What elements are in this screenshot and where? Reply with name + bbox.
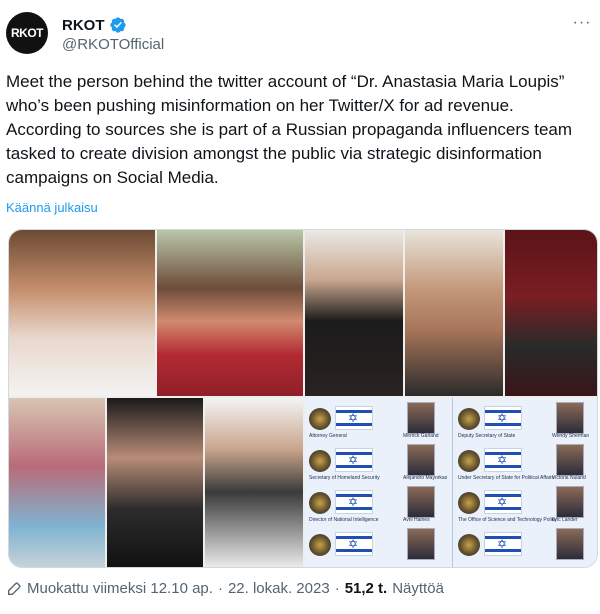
separator: · <box>217 580 223 597</box>
pencil-icon <box>8 581 21 595</box>
org-cell: ✡ <box>305 526 450 566</box>
seal-icon <box>309 492 331 514</box>
org-title: Director of National Intelligence <box>309 517 379 523</box>
photo-doctor-portrait[interactable] <box>9 230 155 396</box>
org-cell: ✡ Under Secretary of State for Political… <box>454 442 597 482</box>
photo-standing-figure[interactable] <box>205 398 303 567</box>
org-name: Avril Haines <box>403 517 430 523</box>
tweet-text: Meet the person behind the twitter accou… <box>6 72 577 187</box>
org-cell: ✡ Attorney General Merrick Garland <box>305 400 450 440</box>
org-cell: ✡ <box>454 526 597 566</box>
portrait-thumbnail <box>556 402 584 434</box>
org-cell: ✡ Secretary of Homeland Security Alejand… <box>305 442 450 482</box>
avatar[interactable]: RKOT <box>6 12 48 54</box>
flag-icon: ✡ <box>484 490 522 514</box>
org-name: Victoria Nuland <box>552 475 586 481</box>
flag-icon: ✡ <box>335 406 373 430</box>
tweet-header: RKOT RKOT @RKOTOfficial ··· <box>6 12 594 60</box>
seal-icon <box>309 534 331 556</box>
portrait-thumbnail <box>407 402 435 434</box>
portrait-thumbnail <box>556 486 584 518</box>
org-chart: ✡ Attorney General Merrick Garland ✡ Dep… <box>305 398 597 567</box>
author-handle[interactable]: @RKOTOfficial <box>62 36 164 53</box>
org-cell: ✡ Deputy Secretary of State Wendy Sherma… <box>454 400 597 440</box>
edited-label[interactable]: Muokattu viimeksi 12.10 ap. <box>27 580 213 597</box>
seal-icon <box>309 450 331 472</box>
views-count: 51,2 t. <box>344 580 388 597</box>
portrait-thumbnail <box>407 528 435 560</box>
org-title: Deputy Secretary of State <box>458 433 516 439</box>
org-name: Merrick Garland <box>403 433 439 439</box>
seal-icon <box>309 408 331 430</box>
org-name: Eric Lander <box>552 517 578 523</box>
photo-red-top[interactable] <box>157 230 303 396</box>
photo-red-background[interactable] <box>505 230 597 396</box>
org-name: Wendy Sherman <box>552 433 590 439</box>
org-title: Under Secretary of State for Political A… <box>458 475 555 481</box>
flag-icon: ✡ <box>484 532 522 556</box>
photo-black-outfit-sunglasses[interactable] <box>305 230 403 396</box>
more-options-icon[interactable]: ··· <box>572 15 592 38</box>
media-grid[interactable]: ✡ Attorney General Merrick Garland ✡ Dep… <box>8 229 598 568</box>
photo-sunglasses-closeup[interactable] <box>107 398 203 567</box>
tweet-date[interactable]: 22. lokak. 2023 <box>228 580 330 597</box>
seal-icon <box>458 408 480 430</box>
photo-pink-top[interactable] <box>9 398 105 567</box>
author-name-row[interactable]: RKOT <box>62 16 127 34</box>
tweet-footer: Muokattu viimeksi 12.10 ap. · 22. lokak.… <box>6 580 444 597</box>
translate-link[interactable]: Käännä julkaisu <box>6 200 98 215</box>
separator: · <box>334 580 340 597</box>
author-display-name[interactable]: RKOT <box>62 17 105 34</box>
portrait-thumbnail <box>407 444 435 476</box>
photo-back-view[interactable] <box>405 230 503 396</box>
org-title: Attorney General <box>309 433 347 439</box>
portrait-thumbnail <box>556 528 584 560</box>
org-title: Secretary of Homeland Security <box>309 475 380 481</box>
org-name: Alejandro Mayorkas <box>403 475 448 481</box>
org-cell: ✡ The Office of Science and Technology P… <box>454 484 597 524</box>
seal-icon <box>458 492 480 514</box>
flag-icon: ✡ <box>484 406 522 430</box>
flag-icon: ✡ <box>335 490 373 514</box>
org-title: The Office of Science and Technology Pol… <box>458 517 557 523</box>
flag-icon: ✡ <box>335 448 373 472</box>
org-chart-image[interactable]: ✡ Attorney General Merrick Garland ✡ Dep… <box>305 398 597 567</box>
flag-icon: ✡ <box>335 532 373 556</box>
portrait-thumbnail <box>407 486 435 518</box>
org-cell: ✡ Director of National Intelligence Avri… <box>305 484 450 524</box>
views-label: Näyttöä <box>392 580 444 597</box>
seal-icon <box>458 450 480 472</box>
flag-icon: ✡ <box>484 448 522 472</box>
verified-badge-icon <box>109 17 126 33</box>
portrait-thumbnail <box>556 444 584 476</box>
seal-icon <box>458 534 480 556</box>
